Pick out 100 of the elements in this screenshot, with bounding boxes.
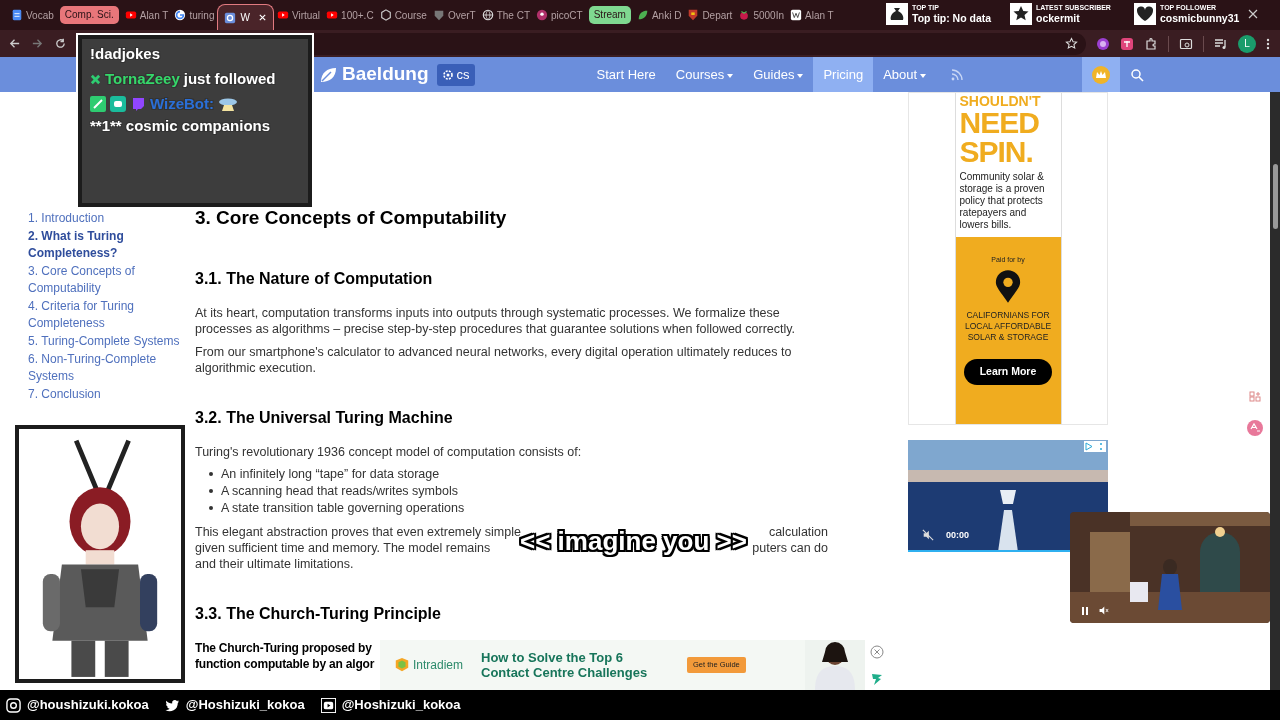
chat-username: TornaZeey	[105, 69, 180, 89]
subsection-heading: 3.3. The Church-Turing Principle	[195, 603, 442, 624]
video-time: 00:00	[946, 528, 970, 542]
scrollbar-thumb[interactable]	[1272, 164, 1278, 229]
video-play-icon	[276, 9, 289, 21]
ad-headline: SHOULDN'T	[959, 94, 1042, 108]
bullet-icon	[209, 505, 213, 510]
ad-headline: How to Solve the Top 6 Contact Centre Challenges	[481, 650, 649, 680]
mute-icon[interactable]	[922, 529, 934, 542]
browser-tab[interactable]: 5000In	[735, 3, 787, 27]
browser-tab[interactable]: picoCT	[533, 3, 586, 27]
scrollbar[interactable]	[1270, 92, 1280, 690]
list-item-text: A scanning head that reads/writes symbols	[221, 482, 458, 499]
video-play-icon	[326, 9, 339, 21]
text-fragment: and their ultimate limitations.	[195, 555, 354, 572]
forward-icon[interactable]	[31, 37, 44, 50]
shield-icon	[432, 9, 445, 21]
ad-headline: NEED SPIN.	[959, 108, 1040, 166]
list-item-text: An infinitely long “tape” for data storage	[221, 465, 440, 482]
section-badge[interactable]: cs	[436, 63, 475, 86]
menu-icon[interactable]	[1266, 36, 1270, 51]
chat-message: !dadjokes	[90, 44, 161, 64]
video-play-icon	[320, 697, 336, 713]
stream-caption: << imagine you >>	[520, 525, 747, 559]
browser-tab[interactable]: W	[217, 4, 274, 30]
bookmark-star-icon[interactable]	[1065, 37, 1078, 50]
tab-group-label[interactable]: Comp. Sci.	[59, 6, 119, 24]
bird-icon	[164, 697, 180, 713]
text-fragment: puters can do	[752, 539, 828, 556]
browser-tab[interactable]: The CT	[478, 3, 533, 27]
browser-tab[interactable]: Alan T	[787, 3, 837, 27]
ufo-icon	[218, 96, 239, 112]
robot-icon	[110, 96, 126, 112]
crown-icon	[1091, 64, 1112, 85]
cube-icon	[379, 9, 392, 21]
tab-group-label[interactable]: Stream	[588, 6, 631, 24]
translate-icon[interactable]	[1120, 36, 1134, 51]
social-handle: @Hoshizuki_kokoa	[185, 696, 305, 715]
toc-link[interactable]: 1. Introduction	[28, 210, 187, 227]
camera-icon	[6, 697, 21, 713]
bullet-icon	[209, 471, 213, 476]
text-fragment: The Church-Turing proposed by	[195, 639, 372, 656]
brand-logo-icon	[394, 657, 410, 673]
close-icon[interactable]	[257, 13, 267, 22]
money-bag-icon	[886, 3, 908, 25]
social-handle: @houshizuki.kokoa	[27, 696, 149, 715]
subsection-heading: 3.2. The Universal Turing Machine	[195, 407, 454, 428]
browser-tab[interactable]: Anki D	[633, 3, 685, 27]
paragraph: At its heart, computation transforms inputs into outputs through systematic processes. We formalize these processes as algorithms – precise step-by-step procedures that guarantee solutions when followed correctly.	[195, 304, 797, 337]
section-heading: 3. Core Concepts of Computability	[195, 206, 508, 230]
reload-icon[interactable]	[54, 37, 67, 50]
browser-tab[interactable]: Alan T	[121, 3, 172, 27]
toc-link[interactable]: 3. Core Concepts of Computability	[28, 263, 187, 297]
text-fragment: function computable by an algor	[195, 655, 375, 672]
toc-link[interactable]: 7. Conclusion	[28, 386, 187, 403]
text-fragment: given sufficient time and memory. The model remains	[195, 539, 491, 556]
chat-bubble-icon	[130, 96, 146, 112]
close-icon[interactable]	[1248, 9, 1258, 19]
puzzle-icon[interactable]	[1144, 36, 1158, 51]
browser-tab[interactable]: 100+.C	[323, 3, 377, 27]
document-icon	[11, 9, 23, 21]
pause-icon[interactable]	[1080, 605, 1090, 616]
text-fragment: calculation	[768, 523, 828, 540]
ad-sponsor: CALIFORNIANS FOR LOCAL AFFORDABLE SOLAR & STORAGE	[963, 309, 1053, 343]
paragraph: From our smartphone's calculator to advanced neural networks, every digital operation ultimately reduces to algorithmic execution.	[195, 343, 793, 376]
browser-tab[interactable]: OverT	[429, 3, 479, 27]
badge-icon	[90, 96, 106, 112]
browser-tab[interactable]: Course	[376, 3, 430, 27]
ad-feedback-icon[interactable]	[870, 672, 884, 686]
back-icon[interactable]	[8, 37, 21, 50]
google-icon	[174, 9, 187, 21]
chat-username: WizeBot:	[150, 94, 215, 114]
learn-more-button[interactable]: Learn More	[964, 358, 1052, 385]
video-ad[interactable]: 00:00	[908, 440, 1108, 552]
toc-link[interactable]: 4. Criteria for Turing Completeness	[28, 298, 187, 332]
tab-search-icon[interactable]	[1179, 36, 1193, 51]
bullet-icon	[209, 488, 213, 493]
search-icon[interactable]	[1130, 67, 1145, 82]
browser-tab[interactable]: Vocab	[8, 3, 57, 27]
widget-value: Top tip: No data	[912, 12, 992, 25]
circle-logo-icon	[536, 9, 548, 21]
toc-link[interactable]: 2. What is Turing Completeness?	[28, 228, 187, 262]
premium-button[interactable]	[1082, 57, 1121, 92]
toc-link[interactable]: 6. Non-Turing-Complete Systems	[28, 351, 187, 385]
globe-icon	[481, 9, 494, 21]
video-play-icon	[124, 9, 137, 21]
berry-icon	[738, 9, 751, 21]
mute-icon[interactable]	[1098, 605, 1109, 616]
browser-tab[interactable]: Virtual	[273, 3, 324, 27]
widget-value: ockermit	[1036, 12, 1081, 25]
toc-link[interactable]: 5. Turing-Complete Systems	[28, 333, 187, 350]
extension-icon[interactable]	[1096, 36, 1110, 51]
list-item-text: A state transition table governing operations	[221, 499, 465, 516]
social-handle: @Hoshizuki_kokoa	[341, 696, 461, 715]
browser-tab[interactable]: Depart	[684, 3, 736, 27]
text-fragment: This elegant abstraction proves that even extremely simple	[195, 523, 521, 539]
browser-tab[interactable]: turing	[171, 3, 218, 27]
map-pin-sun-icon	[994, 269, 1022, 304]
chat-message: **1** cosmic companions	[90, 116, 271, 136]
media-control-icon[interactable]	[1214, 36, 1228, 51]
